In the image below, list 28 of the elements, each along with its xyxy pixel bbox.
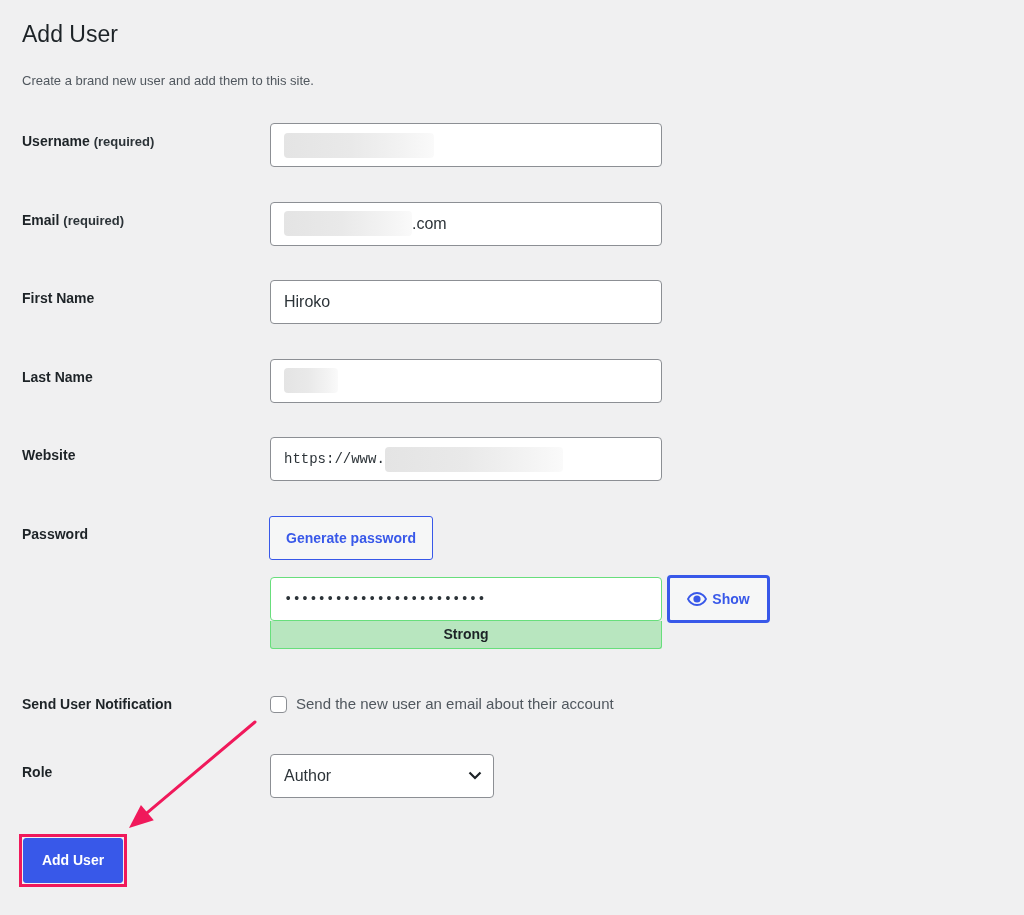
password-field[interactable]: •••••••••••••••••••••••• [270,576,662,621]
text-field[interactable]: Hiroko [270,280,662,324]
generate-password-button[interactable]: Generate password [269,515,433,560]
field-label: Password [22,524,89,544]
required-note: (required) [93,133,155,151]
blurred-text [284,368,338,393]
checkbox[interactable] [270,695,287,713]
field-label: Email [22,210,60,230]
text-field[interactable]: .com [270,201,662,246]
field-label: Last Name [22,367,93,387]
submit-button[interactable]: Add User [23,837,123,883]
checkbox-label[interactable]: Send the new user an email about their account [296,692,614,716]
field-label: Website [22,446,76,465]
field-label: Role [22,762,53,782]
page-description: Create a brand new user and add them to this site. [22,72,314,90]
show-password-button[interactable]: Show [667,574,770,623]
text-field[interactable] [270,358,662,403]
field-label: First Name [22,289,95,308]
field-label: Send User Notification [22,695,173,714]
required-note: (required) [63,211,125,230]
chevron-down-icon [468,771,482,780]
eye-icon [687,591,708,606]
strength-meter: Strong [270,620,662,649]
field-label: Username [22,132,90,151]
dropdown-select[interactable]: Author [270,753,494,798]
page-title: Add User [22,20,118,49]
text-field[interactable] [270,123,662,167]
text-field[interactable]: https://www. [270,437,662,481]
